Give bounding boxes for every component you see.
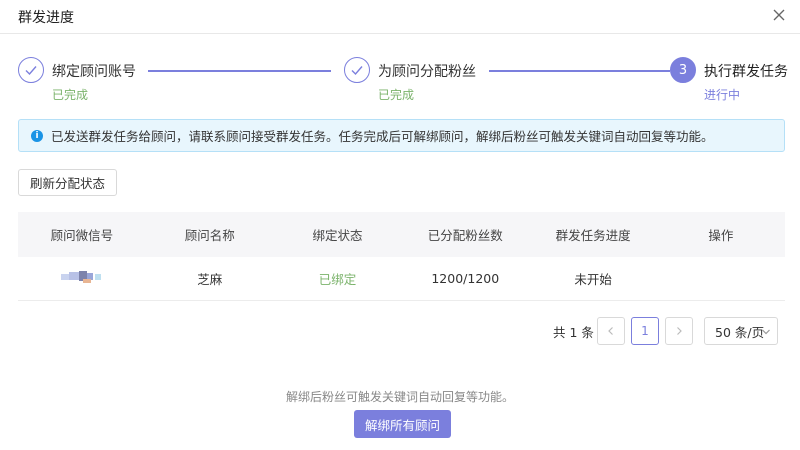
step-1-check-icon: [18, 57, 44, 83]
column-header-bind-status: 绑定状态: [312, 228, 363, 243]
step-3-status: 进行中: [704, 88, 741, 102]
masked-wechat-id: [57, 271, 107, 283]
info-alert: i 已发送群发任务给顾问，请联系顾问接受群发任务。任务完成后可解绑顾问，解绑后粉…: [18, 119, 785, 152]
refresh-status-button[interactable]: 刷新分配状态: [18, 169, 117, 196]
alert-text: 已发送群发任务给顾问，请联系顾问接受群发任务。任务完成后可解绑顾问，解绑后粉丝可…: [51, 129, 714, 144]
step-2-status: 已完成: [378, 88, 415, 102]
next-page-button[interactable]: [665, 317, 693, 345]
table-header: 顾问微信号 顾问名称 绑定状态 已分配粉丝数 群发任务进度 操作: [18, 212, 785, 257]
chevron-left-icon: [608, 327, 613, 335]
step-1-title: 绑定顾问账号: [52, 64, 136, 80]
column-header-fans: 已分配粉丝数: [427, 228, 503, 243]
column-header-progress: 群发任务进度: [555, 228, 631, 243]
cell-wechat-id: [18, 271, 146, 286]
step-2-check-icon: [344, 57, 370, 83]
dialog-header: 群发进度: [0, 0, 800, 34]
cell-progress: 未开始: [574, 272, 612, 287]
steps: 绑定顾问账号 已完成 为顾问分配粉丝 已完成 3 执行群发任务 进行中: [18, 57, 788, 107]
step-connector-2: [489, 70, 670, 72]
close-icon[interactable]: [770, 6, 788, 24]
column-header-wechat-id: 顾问微信号: [50, 228, 114, 243]
column-header-action: 操作: [708, 228, 734, 243]
page-size-value: 50 条/页: [715, 324, 765, 340]
advisor-table: 顾问微信号 顾问名称 绑定状态 已分配粉丝数 群发任务进度 操作 芝麻 已绑定 …: [18, 212, 785, 301]
pagination-total: 共 1 条: [553, 325, 594, 340]
chevron-down-icon: [762, 329, 770, 335]
unbind-all-advisors-button[interactable]: 解绑所有顾问: [354, 410, 451, 438]
step-connector-1: [148, 70, 331, 72]
table-row: 芝麻 已绑定 1200/1200 未开始: [18, 257, 785, 301]
column-header-name: 顾问名称: [184, 228, 235, 243]
dialog-title: 群发进度: [18, 10, 74, 26]
cell-bind-status: 已绑定: [318, 272, 357, 287]
step-1-status: 已完成: [52, 88, 89, 102]
chevron-right-icon: [677, 327, 682, 335]
step-3-title: 执行群发任务: [704, 64, 788, 80]
info-icon: i: [31, 129, 43, 142]
step-2-title: 为顾问分配粉丝: [378, 64, 476, 80]
page-1-button[interactable]: 1: [631, 317, 659, 345]
step-3-number: 3: [670, 57, 696, 83]
page-size-select[interactable]: 50 条/页: [704, 317, 778, 345]
progress-dialog: 群发进度 绑定顾问账号 已完成 为顾问分配粉丝 已完成 3 执行群发任务 进行中…: [0, 0, 800, 450]
cell-fans: 1200/1200: [431, 271, 500, 286]
prev-page-button[interactable]: [597, 317, 625, 345]
footer-hint: 解绑后粉丝可触发关键词自动回复等功能。: [285, 390, 514, 404]
cell-name: 芝麻: [197, 272, 223, 287]
